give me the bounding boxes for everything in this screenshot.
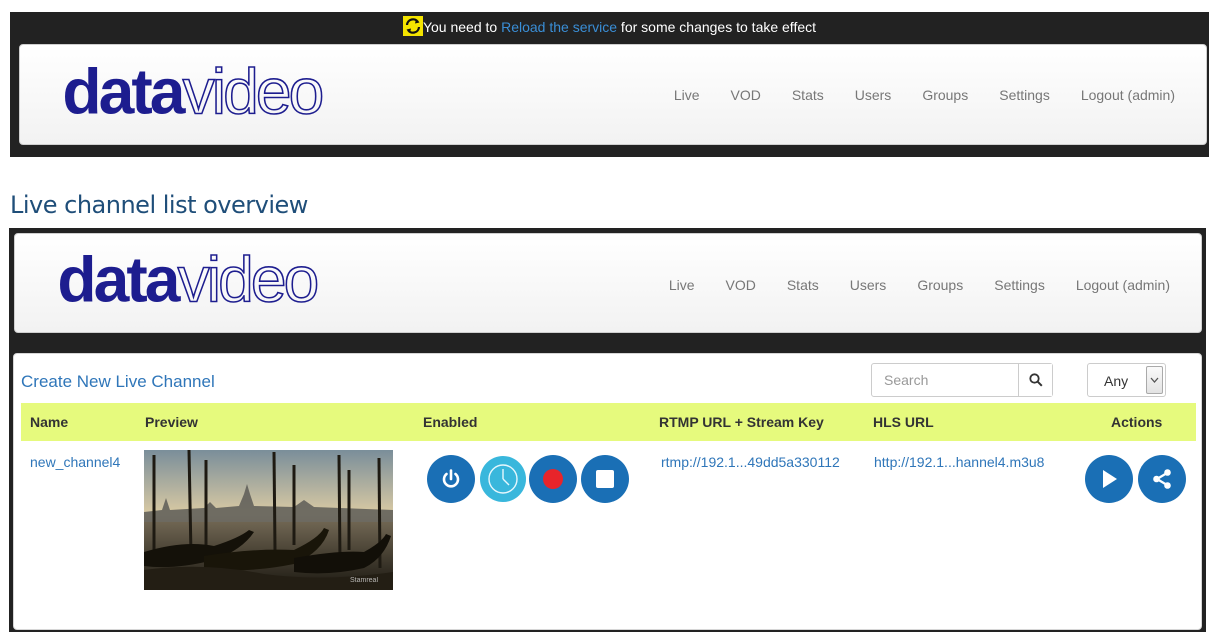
live-channel-panel: Create New Live Channel Any Name Preview… [13, 353, 1202, 630]
nav-logout-2[interactable]: Logout (admin) [1076, 277, 1170, 293]
share-button[interactable] [1138, 455, 1186, 503]
enable-channel-button[interactable] [427, 455, 475, 503]
nav-groups[interactable]: Groups [922, 87, 968, 103]
column-name: Name [30, 414, 69, 430]
nav-settings-2[interactable]: Settings [994, 277, 1045, 293]
hls-url-link[interactable]: http://192.1...hannel4.m3u8 [874, 454, 1044, 470]
power-icon [442, 469, 460, 488]
nav-stats[interactable]: Stats [792, 87, 824, 103]
column-rtmp-url: RTMP URL + Stream Key [659, 414, 824, 430]
nav-users[interactable]: Users [855, 87, 892, 103]
reload-icon[interactable] [402, 16, 423, 36]
search-group [871, 363, 1053, 397]
channel-preview-image[interactable]: Stamreal [144, 450, 393, 590]
nav-live-2[interactable]: Live [669, 277, 695, 293]
top-navbar: datavideo Live VOD Stats Users Groups Se… [19, 44, 1207, 145]
filter-value: Any [1104, 373, 1129, 389]
search-button[interactable] [1018, 364, 1052, 396]
column-preview: Preview [145, 414, 198, 430]
column-hls-url: HLS URL [873, 414, 934, 430]
share-icon [1153, 469, 1171, 489]
datavideo-logo-2[interactable]: datavideo [49, 248, 369, 318]
bottom-nav-links: Live VOD Stats Users Groups Settings Log… [669, 277, 1201, 293]
channel-table-header: Name Preview Enabled RTMP URL + Stream K… [21, 403, 1196, 441]
logo-text: datavideo [62, 60, 321, 127]
search-input[interactable] [872, 364, 1019, 396]
datavideo-logo[interactable]: datavideo [54, 60, 374, 130]
chevron-down-icon [1146, 366, 1163, 394]
reload-notice-bar: You need to Reload the service for some … [10, 12, 1209, 44]
logo-outline-text: video [183, 60, 322, 127]
column-actions: Actions [1111, 414, 1163, 430]
stop-button[interactable] [581, 455, 629, 503]
preview-watermark: Stamreal [350, 577, 378, 584]
reload-service-link[interactable]: Reload the service [501, 19, 617, 35]
top-nav-links: Live VOD Stats Users Groups Settings Log… [674, 87, 1206, 103]
create-live-channel-link[interactable]: Create New Live Channel [21, 372, 215, 392]
top-screenshot: You need to Reload the service for some … [10, 12, 1209, 157]
record-button[interactable] [529, 455, 577, 503]
nav-users-2[interactable]: Users [850, 277, 887, 293]
channel-filter-select[interactable]: Any [1087, 363, 1166, 397]
play-icon [1103, 470, 1117, 488]
nav-stats-2[interactable]: Stats [787, 277, 819, 293]
nav-live[interactable]: Live [674, 87, 700, 103]
logo-bold-text: data [62, 60, 186, 127]
bottom-navbar: datavideo Live VOD Stats Users Groups Se… [14, 233, 1202, 333]
search-icon [1028, 373, 1043, 387]
rtmp-url-link[interactable]: rtmp://192.1...49dd5a330112 [661, 454, 840, 470]
logo-text-2: datavideo [57, 248, 316, 315]
clock-icon [488, 464, 518, 494]
notice-text-prefix: You need to [422, 19, 502, 35]
nav-vod[interactable]: VOD [731, 87, 761, 103]
logo-outline-text-2: video [178, 248, 317, 315]
nav-logout[interactable]: Logout (admin) [1081, 87, 1175, 103]
logo-bold-text-2: data [57, 248, 181, 315]
stop-icon [596, 470, 614, 488]
record-icon [543, 469, 563, 489]
section-title: Live channel list overview [10, 191, 308, 219]
play-button[interactable] [1085, 455, 1133, 503]
notice-text-suffix: for some changes to take effect [617, 19, 817, 35]
channel-name-link[interactable]: new_channel4 [30, 454, 120, 470]
nav-settings[interactable]: Settings [999, 87, 1050, 103]
schedule-button[interactable] [480, 456, 526, 502]
column-enabled: Enabled [423, 414, 478, 430]
nav-vod-2[interactable]: VOD [726, 277, 756, 293]
nav-groups-2[interactable]: Groups [917, 277, 963, 293]
bottom-screenshot: datavideo Live VOD Stats Users Groups Se… [9, 228, 1206, 632]
